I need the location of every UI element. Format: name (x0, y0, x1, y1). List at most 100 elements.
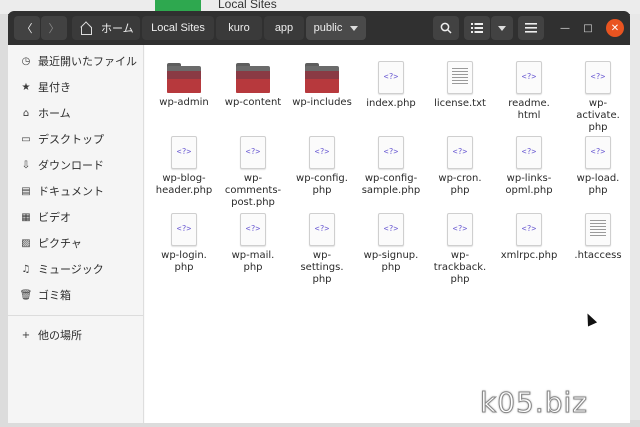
php-glyph: <?> (521, 147, 537, 156)
sidebar-item-downloads[interactable]: ⇩ ダウンロード (8, 153, 143, 177)
file-grid: wp-admin wp-content wp-includes <?> index.ph… (145, 45, 630, 423)
file-item[interactable]: wp-admin (147, 61, 221, 109)
file-name: wp-cron. php (438, 173, 482, 196)
desktop-icon: ▭ (21, 133, 31, 145)
hamburger-menu-icon (525, 23, 537, 33)
sidebar-item-label: ピクチャ (38, 237, 82, 250)
search-button[interactable] (433, 16, 459, 40)
sidebar-item-label: ビデオ (38, 211, 71, 224)
file-name: wp-config. php (296, 173, 348, 196)
close-button[interactable]: ✕ (606, 19, 624, 37)
php-file-icon: <?> (516, 213, 542, 246)
file-name: wp-load. php (576, 173, 620, 196)
php-glyph: <?> (176, 147, 192, 156)
breadcrumb-kuro[interactable]: kuro (216, 16, 262, 40)
desktop-edge-left (0, 14, 8, 427)
breadcrumb-home-label: ホーム (101, 23, 134, 35)
sidebar-item-other-locations[interactable]: + 他の場所 (8, 323, 143, 347)
file-item[interactable]: <?> wp- settings. php (285, 213, 359, 286)
maximize-button[interactable]: □ (579, 19, 597, 37)
breadcrumb-local-sites[interactable]: Local Sites (142, 16, 214, 40)
file-name: wp-mail. php (231, 250, 275, 273)
breadcrumb-home[interactable]: ホーム (72, 16, 140, 40)
text-file-icon (447, 61, 473, 94)
sidebar-item-desktop[interactable]: ▭ デスクトップ (8, 127, 143, 151)
plus-icon: + (21, 329, 31, 341)
sidebar-item-recent[interactable]: ◷ 最近開いたファイル (8, 49, 143, 73)
php-file-icon: <?> (378, 136, 404, 169)
file-item[interactable]: <?> xmlrpc.php (492, 213, 566, 262)
file-item[interactable]: <?> wp-links- opml.php (492, 136, 566, 197)
folder-icon (236, 63, 270, 93)
file-name: wp- activate. php (576, 98, 620, 133)
minimize-button[interactable]: — (556, 19, 574, 37)
php-glyph: <?> (590, 72, 606, 81)
sidebar-item-label: ドキュメント (38, 185, 104, 198)
text-file-icon (585, 213, 611, 246)
file-item[interactable]: wp-includes (285, 61, 359, 109)
view-options-button[interactable] (491, 16, 513, 40)
file-name: wp- settings. php (300, 250, 344, 285)
sidebar-item-label: ホーム (38, 107, 71, 120)
file-item[interactable]: <?> wp-config- sample.php (354, 136, 428, 197)
file-item[interactable]: <?> index.php (354, 61, 428, 110)
sidebar-item-pictures[interactable]: ▨ ピクチャ (8, 231, 143, 255)
sidebar-item-label: ダウンロード (38, 159, 104, 172)
sidebar-item-documents[interactable]: ▤ ドキュメント (8, 179, 143, 203)
main-menu-button[interactable] (518, 16, 544, 40)
breadcrumb-app[interactable]: app (264, 16, 304, 40)
back-button[interactable]: 〈 (14, 16, 40, 40)
php-glyph: <?> (314, 224, 330, 233)
file-name: wp-blog- header.php (155, 173, 213, 196)
php-file-icon: <?> (171, 213, 197, 246)
file-item[interactable]: <?> wp-mail. php (216, 213, 290, 274)
header-bar: 〈 〉 ホーム Local Sites kuro app public — □ … (8, 11, 630, 45)
video-icon: ▦ (21, 211, 31, 223)
php-file-icon: <?> (585, 136, 611, 169)
file-item[interactable]: wp-content (216, 61, 290, 109)
php-glyph: <?> (383, 224, 399, 233)
file-item[interactable]: .htaccess (561, 213, 630, 262)
forward-button[interactable]: 〉 (41, 16, 67, 40)
php-file-icon: <?> (447, 213, 473, 246)
picture-icon: ▨ (21, 237, 31, 249)
sidebar-item-label: デスクトップ (38, 133, 104, 146)
php-file-icon: <?> (447, 136, 473, 169)
file-item[interactable]: <?> wp- comments- post.php (216, 136, 290, 209)
file-name: wp-admin (159, 97, 209, 108)
home-icon: ⌂ (22, 107, 30, 119)
file-name: xmlrpc.php (500, 250, 558, 261)
folder-icon (167, 63, 201, 93)
file-item[interactable]: <?> wp-blog- header.php (147, 136, 221, 197)
file-name: wp-includes (292, 97, 352, 108)
sidebar-item-starred[interactable]: ★ 星付き (8, 75, 143, 99)
file-item[interactable]: <?> wp-signup. php (354, 213, 428, 274)
php-glyph: <?> (452, 224, 468, 233)
file-item[interactable]: <?> wp-login. php (147, 213, 221, 274)
file-item[interactable]: <?> wp- trackback. php (423, 213, 497, 286)
sidebar-item-label: ゴミ箱 (38, 289, 71, 302)
php-glyph: <?> (590, 147, 606, 156)
star-icon: ★ (21, 81, 31, 93)
breadcrumb-public[interactable]: public (306, 16, 366, 40)
file-item[interactable]: <?> wp- activate. php (561, 61, 630, 134)
sidebar-item-music[interactable]: ♫ ミュージック (8, 257, 143, 281)
php-file-icon: <?> (378, 61, 404, 94)
php-file-icon: <?> (516, 61, 542, 94)
file-item[interactable]: <?> wp-cron. php (423, 136, 497, 197)
php-file-icon: <?> (585, 61, 611, 94)
file-item[interactable]: <?> wp-load. php (561, 136, 630, 197)
file-item[interactable]: <?> wp-config. php (285, 136, 359, 197)
sidebar-divider (8, 315, 143, 316)
file-name: wp-login. php (161, 250, 207, 273)
file-item[interactable]: <?> readme. html (492, 61, 566, 122)
sidebar-item-home[interactable]: ⌂ ホーム (8, 101, 143, 125)
sidebar-item-videos[interactable]: ▦ ビデオ (8, 205, 143, 229)
view-toggle-button[interactable] (464, 16, 490, 40)
watermark: k05.biz (480, 386, 588, 420)
file-item[interactable]: license.txt (423, 61, 497, 110)
sidebar-item-trash[interactable]: 🗑 ゴミ箱 (8, 283, 143, 307)
php-glyph: <?> (245, 224, 261, 233)
music-icon: ♫ (21, 263, 31, 275)
php-file-icon: <?> (516, 136, 542, 169)
